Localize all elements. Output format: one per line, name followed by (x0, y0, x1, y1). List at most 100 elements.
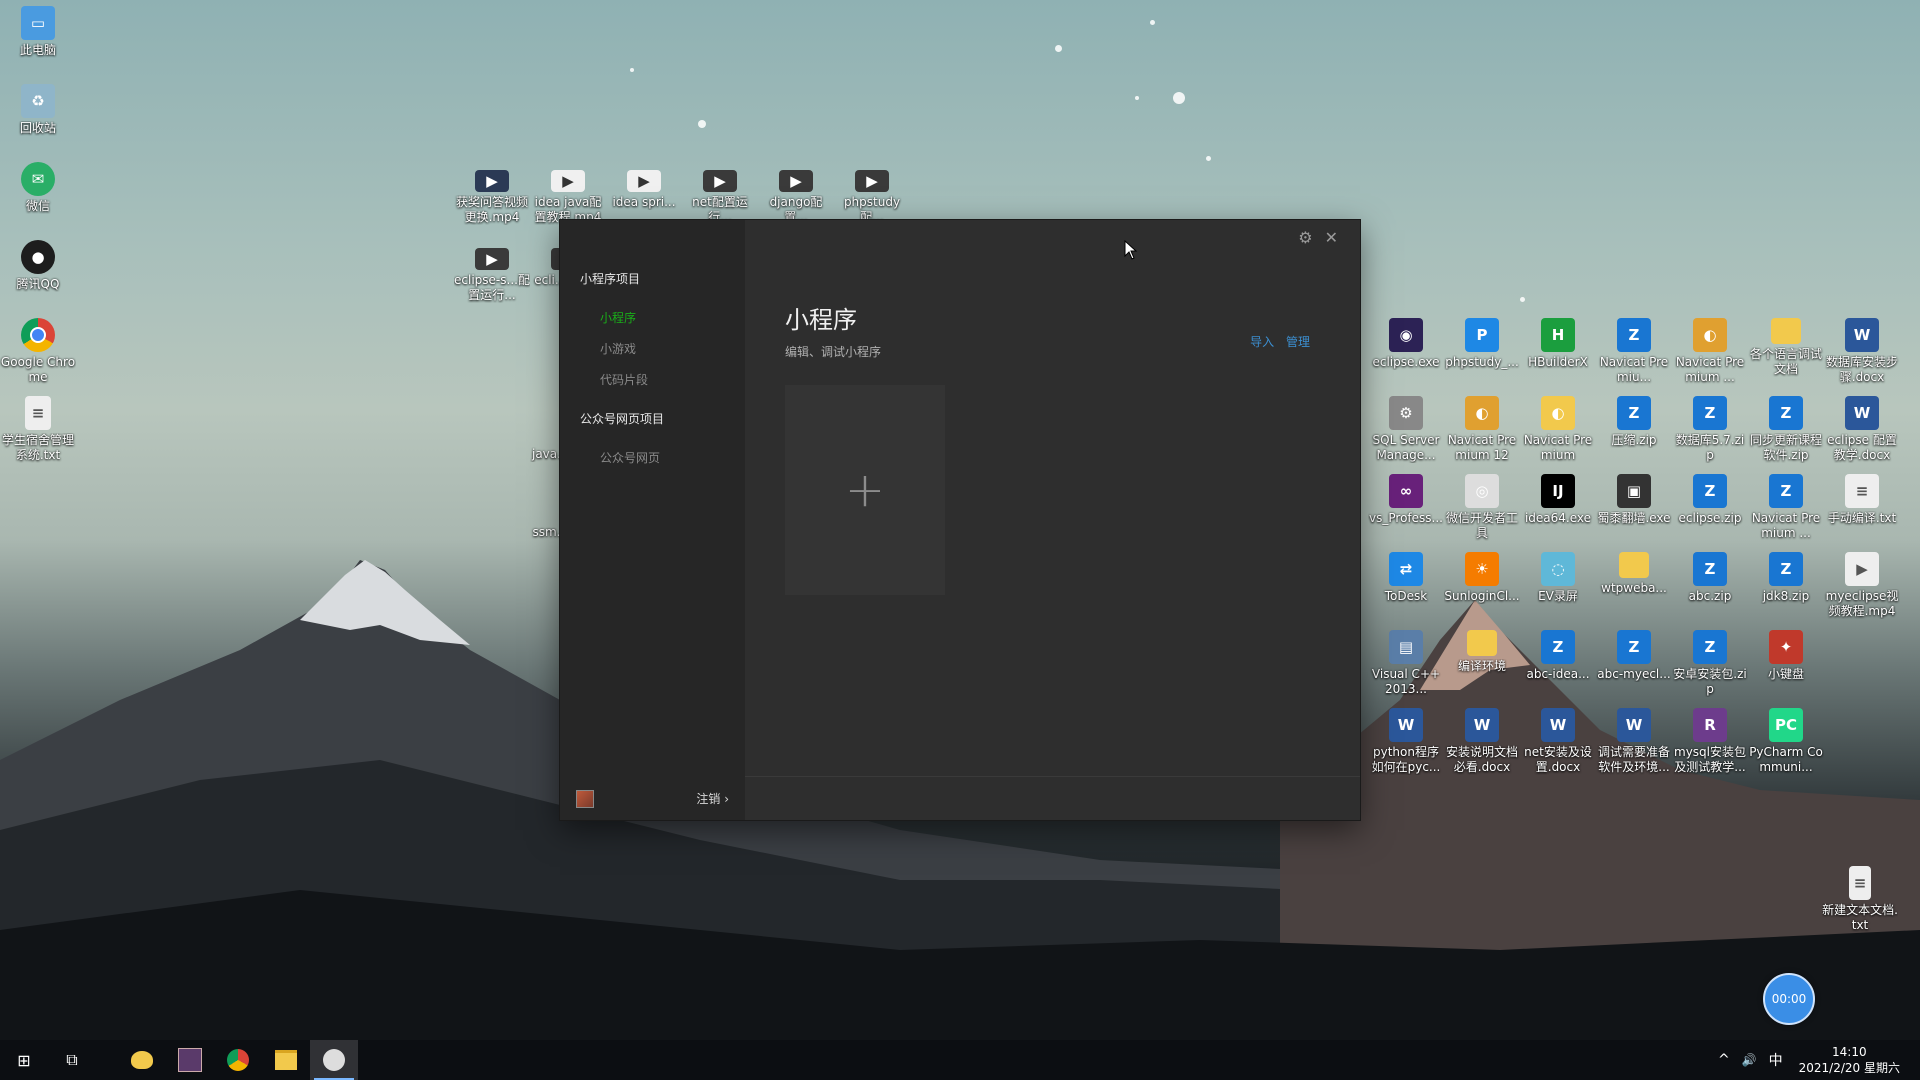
desktop-icon[interactable]: Zjdk8.zip (1748, 552, 1824, 604)
desktop-icon[interactable]: Wnet安装及设置.docx (1520, 708, 1596, 775)
desktop-icon-video-1[interactable]: ▶ 获奖问答视频更换.mp4 (454, 170, 530, 225)
desktop-icon[interactable]: ▤ Visual C++ 2013... (1368, 630, 1444, 697)
taskbar-app-chrome[interactable] (214, 1040, 262, 1080)
desktop-icon-label: Navicat Premium (1523, 433, 1593, 462)
desktop-icon[interactable]: PC PyCharm Communi... (1748, 708, 1824, 775)
desktop-icon-video-4[interactable]: ▶ net配置运行... (682, 170, 758, 225)
desktop-icon[interactable]: Weclipse 配置教学.docx (1824, 396, 1900, 463)
desktop-icon[interactable]: ▶ myeclipse视频教程.mp4 (1824, 552, 1900, 619)
volume-icon[interactable]: 🔊 (1742, 1053, 1757, 1067)
desktop-icon-wechat[interactable]: ✉ 微信 (0, 162, 76, 214)
divider (745, 776, 1360, 777)
chevron-up-icon[interactable]: ^ (1718, 1052, 1730, 1068)
desktop-icon-label: abc.zip (1688, 589, 1732, 603)
desktop-icon[interactable]: Wpython程序如何在pyc... (1368, 708, 1444, 775)
desktop-icon[interactable]: ◎ 微信开发者工具 (1444, 474, 1520, 541)
input-method-indicator[interactable]: 中 (1769, 1050, 1783, 1070)
desktop-icon[interactable]: Zeclipse.zip (1672, 474, 1748, 526)
import-link[interactable]: 导入 (1250, 335, 1274, 349)
desktop-icon-label: eclipse.zip (1678, 511, 1742, 525)
desktop-icon-video-7[interactable]: ▶ eclipse-s...配置运行... (454, 248, 530, 303)
desktop-icon[interactable]: wtpweba... (1596, 552, 1672, 596)
wechat-devtools-icon: ◎ (1465, 474, 1499, 508)
desktop-icon[interactable]: Z 同步更新课程软件.zip (1748, 396, 1824, 463)
desktop-icon[interactable]: 编译环境 (1444, 630, 1520, 674)
desktop-icon[interactable]: ◐ Navicat Premium 12 (1444, 396, 1520, 463)
desktop-icon[interactable]: W 安装说明文档必看.docx (1444, 708, 1520, 775)
desktop-icon[interactable]: ◌ EV录屏 (1520, 552, 1596, 604)
desktop-icon[interactable]: Z 数据库5.7.zip (1672, 396, 1748, 463)
clock[interactable]: 14:10 2021/2/20 星期六 (1799, 1044, 1900, 1076)
phpstudy-icon: P (1465, 318, 1499, 352)
desktop-icon[interactable]: ◉ eclipse.exe (1368, 318, 1444, 370)
desktop-icon[interactable]: H HBuilderX (1520, 318, 1596, 370)
logout-button[interactable]: 注销 › (696, 790, 729, 807)
app-icon (178, 1048, 202, 1072)
desktop-icon-label: 此电脑 (19, 43, 56, 57)
taskbar-app-file-explorer[interactable] (262, 1040, 310, 1080)
zip-icon: Z (1617, 318, 1651, 352)
sidebar-item-miniprogram[interactable]: 小程序 (600, 309, 636, 326)
desktop-icon[interactable]: Zabc-idea... (1520, 630, 1596, 682)
desktop-icon-label: 调试需要准备软件及环境... (1597, 745, 1670, 774)
desktop-icon[interactable]: ◐ Navicat Premium ... (1672, 318, 1748, 385)
snowflake (698, 120, 706, 128)
close-icon[interactable]: ✕ (1325, 228, 1338, 247)
desktop-icon[interactable]: Rmysql安装包及测试教学... (1672, 708, 1748, 775)
todesk-icon: ⇄ (1389, 552, 1423, 586)
desktop-icon-this-pc[interactable]: ▭ 此电脑 (0, 6, 76, 58)
settings-gear-icon[interactable]: ⚙ (1298, 228, 1312, 247)
desktop-icon-video-5[interactable]: ▶ django配置... (758, 170, 834, 225)
desktop-icon[interactable]: ≡ 手动编译.txt (1824, 474, 1900, 526)
screen-recorder-timer[interactable]: 00:00 (1763, 973, 1815, 1025)
desktop-icon[interactable]: Zabc.zip (1672, 552, 1748, 604)
word-doc-icon: W (1845, 318, 1879, 352)
add-project-card[interactable]: + (785, 385, 945, 595)
desktop-icon-text-file[interactable]: ≡ 学生宿舍管理系统.txt (0, 396, 76, 463)
desktop-icon[interactable]: ✦ 小键盘 (1748, 630, 1824, 682)
desktop-icon[interactable]: Zabc-myecl... (1596, 630, 1672, 682)
desktop-icon-qq[interactable]: ● 腾讯QQ (0, 240, 76, 292)
taskbar-app-wechat-devtools[interactable] (310, 1040, 358, 1080)
desktop-icon[interactable]: IJ idea64.exe (1520, 474, 1596, 526)
taskbar-app-game[interactable] (166, 1040, 214, 1080)
desktop-icon[interactable]: Z Navicat Premium ... (1748, 474, 1824, 541)
video-file-icon: ▶ (627, 170, 661, 192)
desktop-icon-label: abc-idea... (1526, 667, 1590, 681)
desktop-icon-video-6[interactable]: ▶ phpstudy配... (834, 170, 910, 225)
start-button[interactable]: ⊞ (0, 1040, 48, 1080)
desktop-icon-new-text[interactable]: ≡ 新建文本文档.txt (1822, 866, 1898, 933)
desktop-icon[interactable]: Pphpstudy_... (1444, 318, 1520, 370)
desktop-icon[interactable]: Z Navicat Premiu... (1596, 318, 1672, 385)
desktop-icon[interactable]: Z 压缩.zip (1596, 396, 1672, 448)
zip-icon: Z (1693, 630, 1727, 664)
wechat-devtools-icon (323, 1049, 345, 1071)
sidebar-item-code-snippet[interactable]: 代码片段 (600, 371, 648, 388)
qq-icon: ● (21, 240, 55, 274)
desktop-icon[interactable]: 各个语言调试文档 (1748, 318, 1824, 377)
desktop-icon-recycle-bin[interactable]: ♻ 回收站 (0, 84, 76, 136)
window-controls: ⚙ ✕ (1298, 228, 1338, 247)
desktop-icon-label: 数据库5.7.zip (1675, 433, 1745, 462)
desktop-icon-label: Navicat Premium ... (1751, 511, 1821, 540)
snowflake (1173, 92, 1185, 104)
desktop-icon[interactable]: ▣ 蜀黍翻墙.exe (1596, 474, 1672, 526)
desktop-icon[interactable]: ⚙ SQL Server Manage... (1368, 396, 1444, 463)
desktop-icon-video-2[interactable]: ▶ idea java配置教程.mp4 (530, 170, 606, 225)
desktop-icon[interactable]: ◐ Navicat Premium (1520, 396, 1596, 463)
desktop-icon[interactable]: ☀ SunloginCl... (1444, 552, 1520, 604)
avatar[interactable] (576, 790, 594, 808)
desktop-icon[interactable]: ∞ vs_Profess... (1368, 474, 1444, 526)
sidebar-item-minigame[interactable]: 小游戏 (600, 340, 636, 357)
manage-link[interactable]: 管理 (1286, 335, 1310, 349)
taskbar-app-navicat[interactable] (118, 1040, 166, 1080)
computer-icon: ▭ (21, 6, 55, 40)
desktop-icon-chrome[interactable]: Google Chrome (0, 318, 76, 385)
task-view-button[interactable]: ⧉ (48, 1040, 96, 1080)
desktop-icon[interactable]: Z 安卓安装包.zip (1672, 630, 1748, 697)
desktop-icon[interactable]: W 调试需要准备软件及环境... (1596, 708, 1672, 775)
desktop-icon[interactable]: ⇄ ToDesk (1368, 552, 1444, 604)
desktop-icon-video-3[interactable]: ▶ idea spri... (606, 170, 682, 210)
sidebar-item-official-account-web[interactable]: 公众号网页 (600, 449, 660, 466)
desktop-icon[interactable]: W 数据库安装步骤.docx (1824, 318, 1900, 385)
